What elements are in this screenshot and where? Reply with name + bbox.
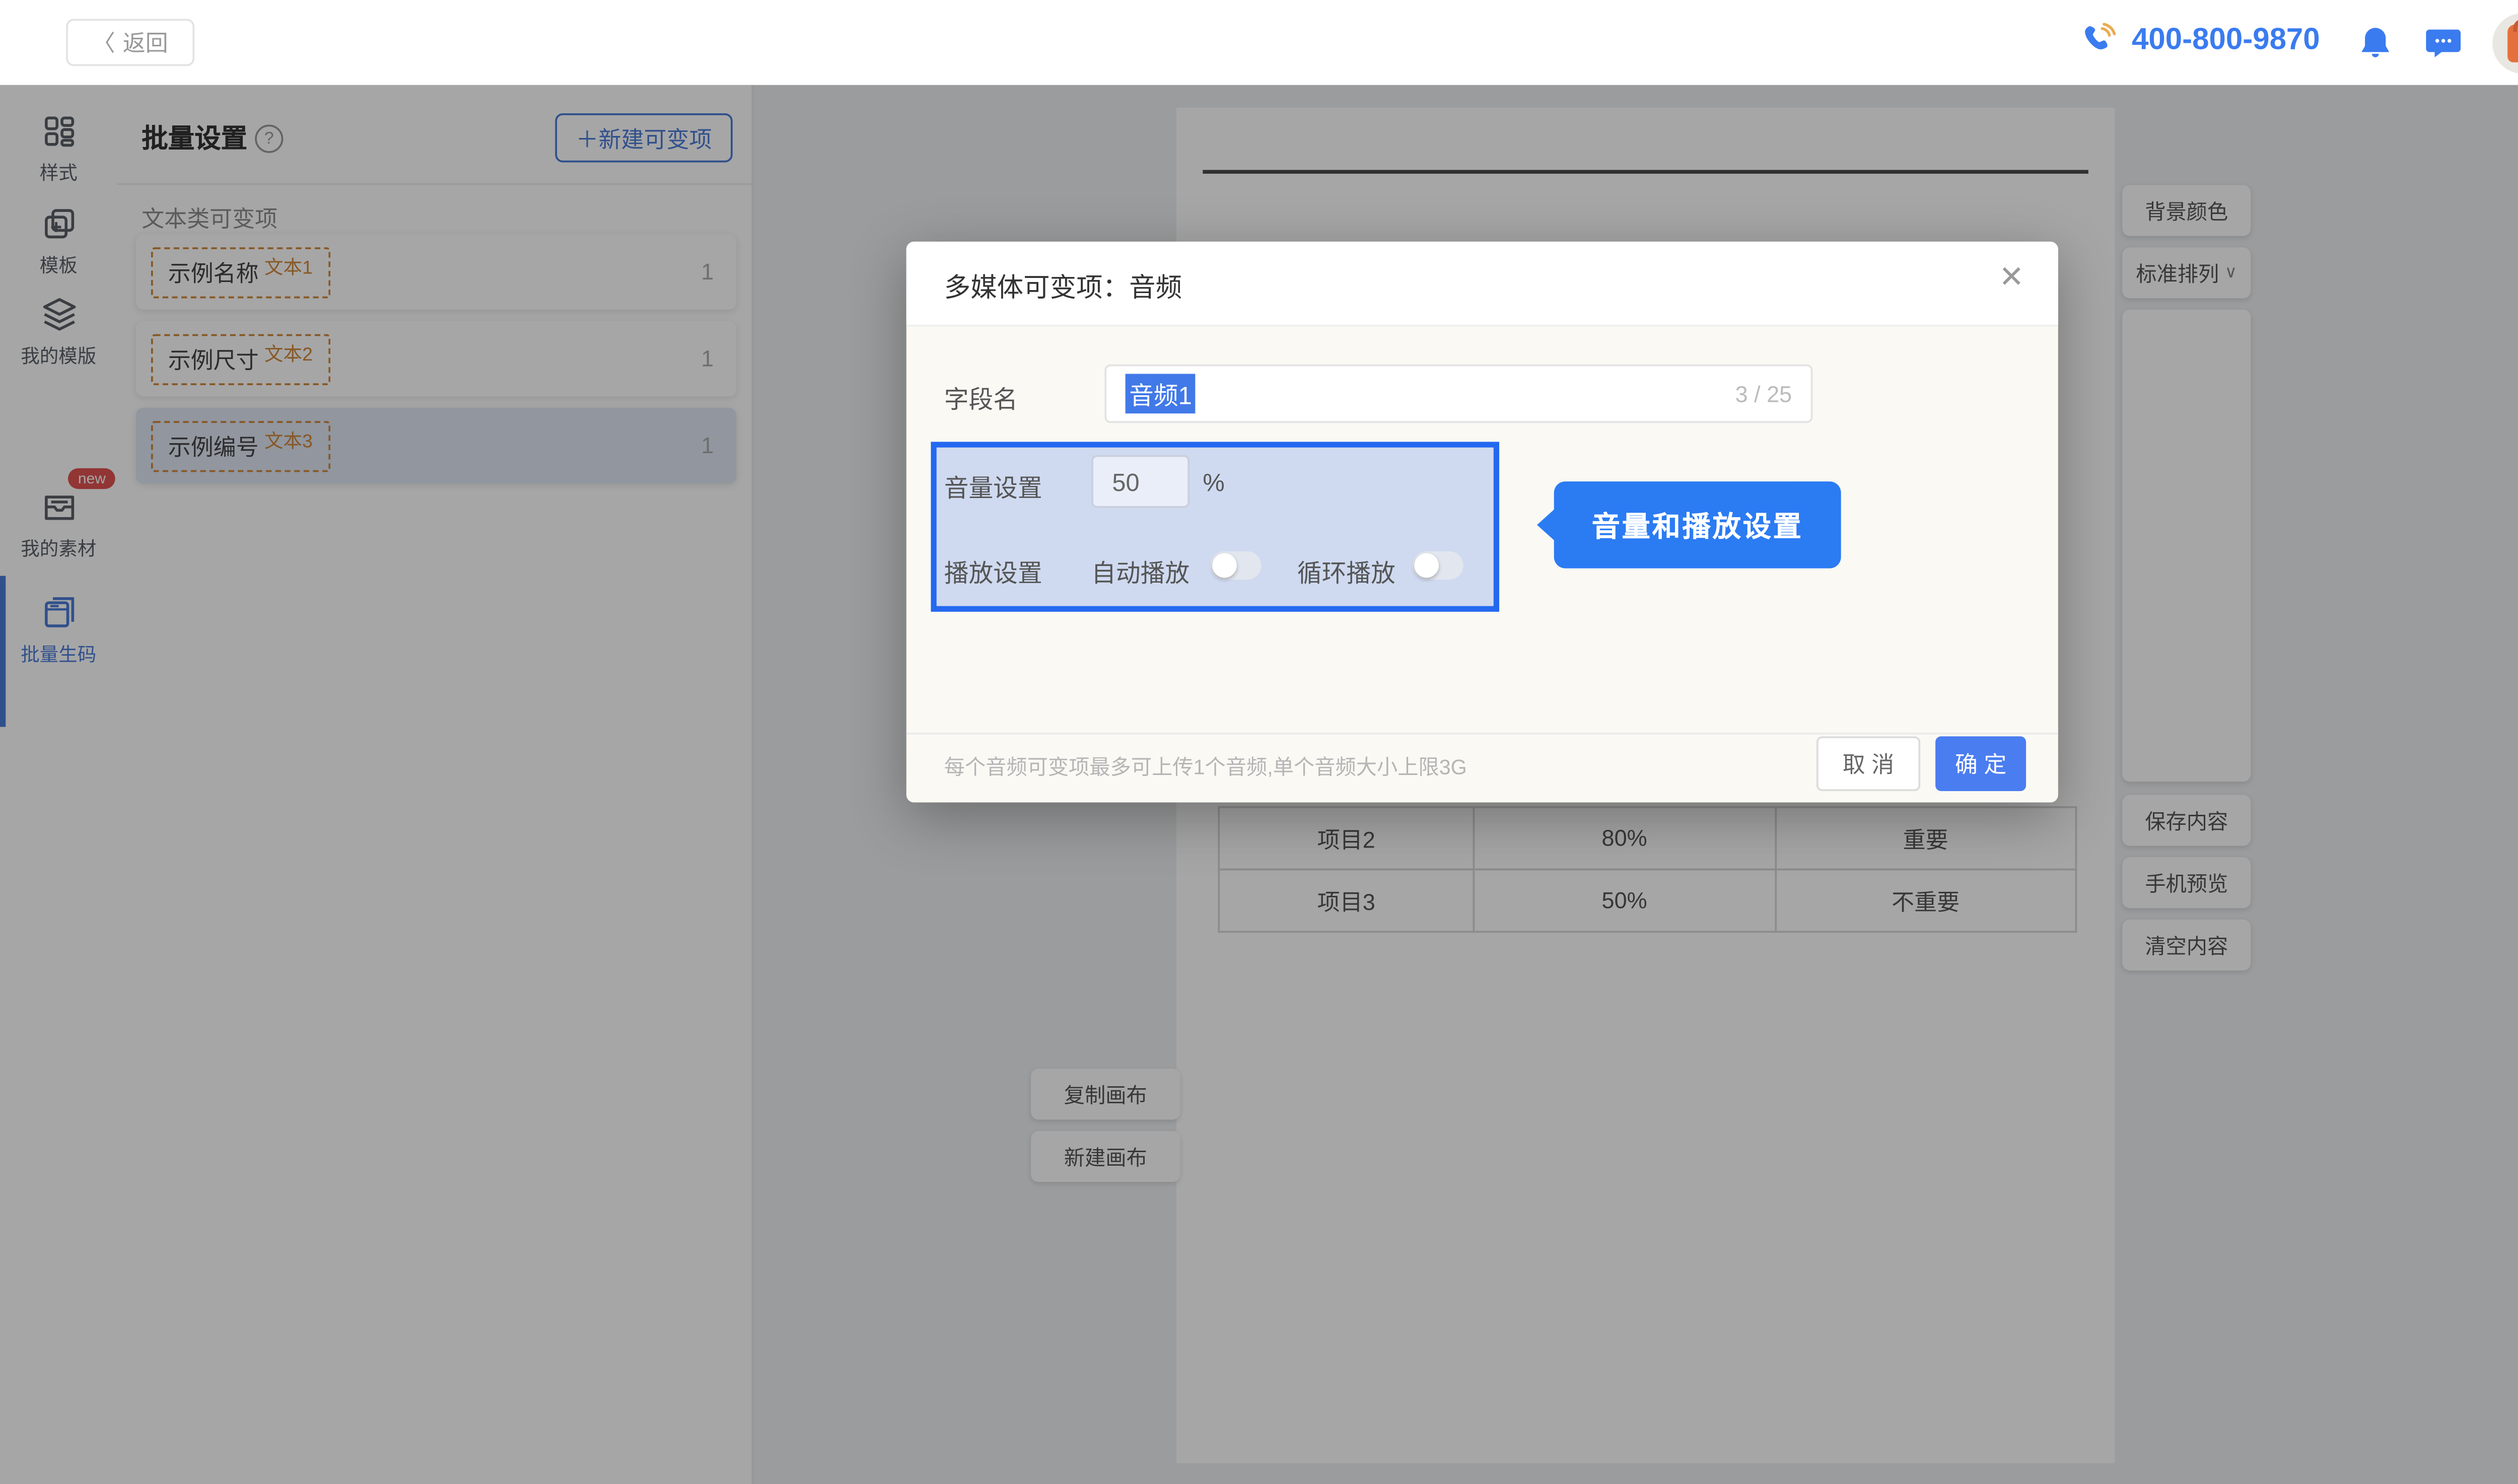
notifications-bell-icon[interactable] xyxy=(2355,23,2396,64)
field-name-input[interactable]: 音频1 3 / 25 xyxy=(1104,365,1812,423)
top-navbar: 〈 返回 400-800-9870 VIP 管理员 组织ID:7167 ∧ 进入… xyxy=(0,0,2518,85)
modal-header: 多媒体可变项：音频 ✕ xyxy=(906,242,2058,327)
autoplay-label: 自动播放 xyxy=(1091,553,1190,589)
tour-tooltip: 音量和播放设置 xyxy=(1554,481,1841,568)
app-window: 〈 返回 400-800-9870 VIP 管理员 组织ID:7167 ∧ 进入… xyxy=(0,0,2518,1484)
phone-icon xyxy=(2077,21,2118,62)
back-button-label: 返回 xyxy=(123,26,168,58)
selected-text: 音频1 xyxy=(1126,374,1196,413)
back-button[interactable]: 〈 返回 xyxy=(66,19,194,66)
autoplay-toggle[interactable] xyxy=(1210,551,1261,580)
field-name-label: 字段名 xyxy=(944,380,1018,415)
confirm-button[interactable]: 确 定 xyxy=(1935,736,2026,791)
phone-number[interactable]: 400-800-9870 xyxy=(2132,25,2320,58)
modal-title: 多媒体可变项：音频 xyxy=(944,268,1182,306)
loop-toggle[interactable] xyxy=(1413,551,1463,580)
volume-setting-label: 音量设置 xyxy=(944,468,1042,504)
close-icon[interactable]: ✕ xyxy=(1999,264,2024,295)
messages-icon[interactable] xyxy=(2422,23,2464,64)
cancel-button[interactable]: 取 消 xyxy=(1816,736,1920,791)
toggle-knob xyxy=(1414,553,1439,578)
volume-unit-label: % xyxy=(1203,468,1224,497)
volume-input[interactable]: 50 xyxy=(1091,455,1190,508)
avatar-backpack-image xyxy=(2507,25,2518,62)
loop-play-label: 循环播放 xyxy=(1297,553,1395,589)
char-counter: 3 / 25 xyxy=(1735,381,1792,407)
toggle-knob xyxy=(1212,553,1237,578)
back-chevron-icon: 〈 xyxy=(93,26,115,58)
play-setting-label: 播放设置 xyxy=(944,553,1042,589)
user-avatar[interactable]: VIP xyxy=(2492,13,2518,74)
service-phone: 400-800-9870 xyxy=(2077,21,2320,62)
upload-hint: 每个音频可变项最多可上传1个音频,单个音频大小上限3G xyxy=(944,751,1467,782)
